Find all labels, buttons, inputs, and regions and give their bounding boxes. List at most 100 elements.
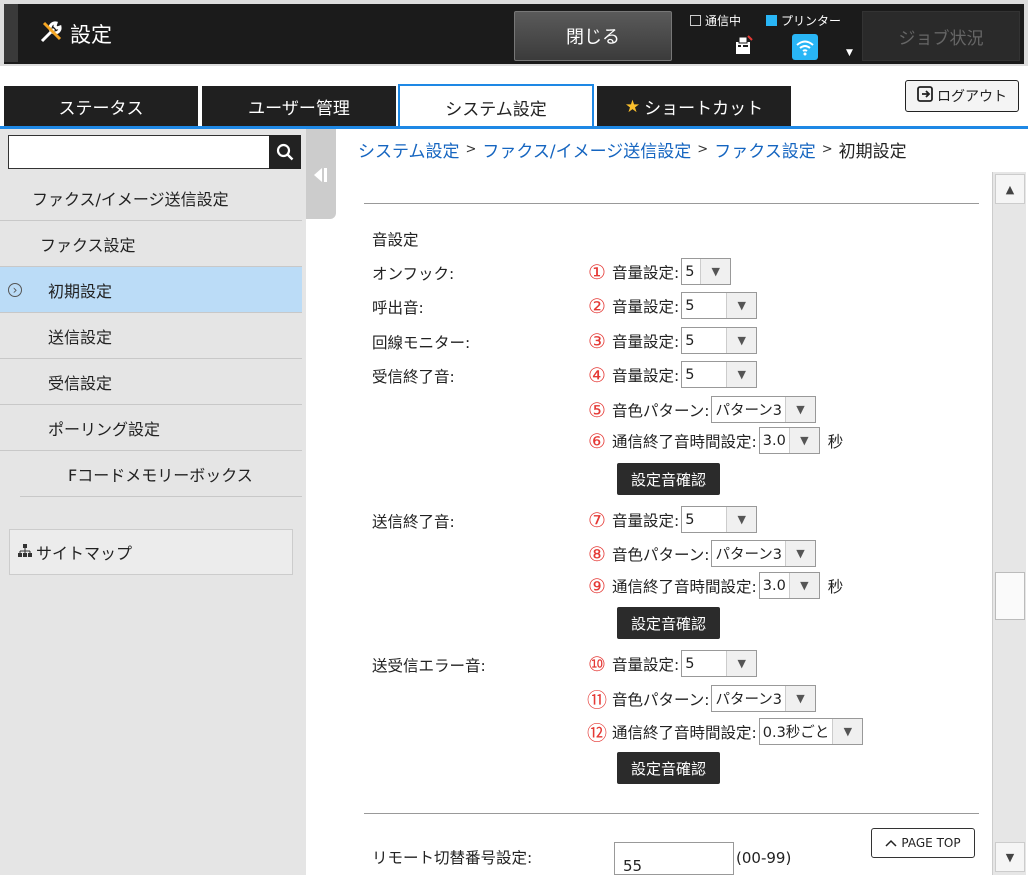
breadcrumb-fax-settings[interactable]: ファクス設定: [714, 137, 816, 162]
dropdown-arrow-icon: ▼: [726, 651, 757, 676]
setting-row: ④ 音量設定: 5 ▼: [586, 361, 758, 388]
tab-status[interactable]: ステータス: [4, 86, 198, 127]
printer-indicator-icon: [766, 15, 777, 26]
sidebar-item-fcode-memory-box[interactable]: Fコードメモリーボックス: [20, 451, 302, 497]
confirm-tone-button[interactable]: 設定音確認: [617, 752, 721, 784]
scroll-down-icon[interactable]: ▼: [995, 842, 1025, 872]
dropdown-arrow-icon: ▼: [726, 293, 757, 318]
confirm-tone-button[interactable]: 設定音確認: [617, 607, 721, 639]
header-left-edge: [4, 4, 18, 62]
tab-user-management[interactable]: ユーザー管理: [202, 86, 396, 127]
breadcrumb-system-settings[interactable]: システム設定: [358, 137, 460, 162]
header: 設定 閉じる 通信中 プリンター ▼ ジョブ状況: [0, 0, 1028, 66]
remote-switch-number-input[interactable]: 55: [614, 842, 734, 875]
scroll-up-icon[interactable]: ▲: [995, 174, 1025, 204]
breadcrumb-current: 初期設定: [838, 142, 907, 162]
dropdown-arrow-icon: ▼: [700, 259, 731, 284]
sidebar-item-polling-settings[interactable]: ポーリング設定: [0, 405, 302, 451]
close-button[interactable]: 閉じる: [514, 11, 672, 61]
sitemap-link[interactable]: サイトマップ: [9, 529, 293, 575]
comm-indicator-icon: [690, 15, 701, 26]
error-tone-interval-select[interactable]: 0.3秒ごと ▼: [758, 718, 864, 745]
label-line-monitor: 回線モニター:: [372, 334, 471, 352]
dropdown-arrow-icon: ▼: [726, 362, 757, 387]
breadcrumb-fax-image-send[interactable]: ファクス/イメージ送信設定: [482, 137, 691, 162]
tab-shortcut[interactable]: ★ ショートカット: [597, 86, 791, 127]
chevron-up-icon: [885, 836, 897, 850]
chevron-right-icon: ›: [8, 282, 22, 297]
main-tabs: ステータス ユーザー管理 システム設定 ★ ショートカット: [0, 84, 1028, 128]
setting-row: ⑧ 音色パターン: パターン3 ▼: [586, 540, 816, 567]
search-icon: [276, 143, 294, 161]
setting-row: ⑩ 音量設定: 5 ▼: [586, 650, 758, 677]
end-tone-time-select[interactable]: 3.0 ▼: [758, 572, 820, 599]
volume-select[interactable]: 5 ▼: [681, 327, 758, 354]
sitemap-icon: [18, 543, 32, 562]
section-title: 音設定: [372, 231, 419, 249]
divider: [364, 203, 979, 204]
dropdown-arrow-icon: ▼: [784, 541, 815, 566]
breadcrumb: システム設定 > ファクス/イメージ送信設定 > ファクス設定 > 初期設定: [358, 137, 907, 162]
search-button[interactable]: [269, 135, 301, 169]
dropdown-arrow-icon: ▼: [726, 328, 757, 353]
wifi-icon[interactable]: [792, 34, 818, 63]
setting-row: ③ 音量設定: 5 ▼: [586, 327, 758, 354]
search-box: [8, 135, 301, 169]
label-tx-end: 送信終了音:: [372, 513, 455, 531]
setting-row: ⑨ 通信終了音時間設定: 3.0 ▼ 秒: [588, 572, 844, 599]
tab-system-settings[interactable]: システム設定: [398, 84, 594, 128]
sidebar: ファクス/イメージ送信設定 ファクス設定 › 初期設定 送信設定 受信設定 ポー…: [0, 129, 306, 875]
app-title: 設定: [38, 16, 112, 52]
page-top-button[interactable]: PAGE TOP: [871, 828, 975, 858]
sidebar-item-receive-settings[interactable]: 受信設定: [0, 359, 302, 405]
setting-row: ⑫ 通信終了音時間設定: 0.3秒ごと ▼: [586, 717, 864, 746]
status-dropdown-icon[interactable]: ▼: [846, 48, 853, 58]
tools-icon: [38, 19, 70, 50]
tone-pattern-select[interactable]: パターン3 ▼: [711, 540, 816, 567]
divider: [364, 813, 979, 814]
scrollbar-thumb[interactable]: [995, 572, 1025, 620]
label-error: 送受信エラー音:: [372, 657, 486, 675]
confirm-tone-button[interactable]: 設定音確認: [617, 463, 721, 495]
sidebar-collapse-toggle[interactable]: [306, 129, 336, 219]
label-onhook: オンフック:: [372, 265, 455, 283]
search-input[interactable]: [9, 136, 264, 166]
app-title-text: 設定: [70, 23, 112, 47]
status-comm: 通信中: [690, 12, 741, 29]
volume-select[interactable]: 5 ▼: [681, 506, 758, 533]
label-ring: 呼出音:: [372, 299, 424, 317]
volume-select[interactable]: 5 ▼: [681, 361, 758, 388]
dropdown-arrow-icon: ▼: [784, 686, 815, 711]
sidebar-item-send-settings[interactable]: 送信設定: [0, 313, 302, 359]
dropdown-arrow-icon: ▼: [726, 507, 757, 532]
remote-range-hint: (00-99): [736, 849, 792, 867]
tone-pattern-select[interactable]: パターン3 ▼: [711, 396, 816, 423]
sidebar-item-fax-image-send[interactable]: ファクス/イメージ送信設定: [0, 175, 302, 221]
end-tone-time-select[interactable]: 3.0 ▼: [758, 427, 820, 454]
dropdown-arrow-icon: ▼: [784, 397, 815, 422]
dropdown-arrow-icon: ▼: [788, 428, 819, 453]
job-status-button[interactable]: ジョブ状況: [862, 11, 1020, 61]
setting-row: ⑥ 通信終了音時間設定: 3.0 ▼ 秒: [588, 427, 844, 454]
label-remote-switch: リモート切替番号設定:: [372, 849, 533, 867]
scrollbar[interactable]: ▲ ▼: [992, 172, 1026, 875]
volume-select[interactable]: 5 ▼: [681, 650, 758, 677]
fax-icon[interactable]: [734, 34, 754, 59]
sidebar-item-initial-settings[interactable]: › 初期設定: [0, 267, 302, 313]
tone-pattern-select[interactable]: パターン3 ▼: [711, 685, 816, 712]
volume-select[interactable]: 5 ▼: [681, 258, 732, 285]
setting-row: ⑤ 音色パターン: パターン3 ▼: [586, 396, 816, 423]
device-status: 通信中 プリンター ▼: [684, 8, 860, 62]
dropdown-arrow-icon: ▼: [788, 573, 819, 598]
label-rx-end: 受信終了音:: [372, 368, 455, 386]
volume-select[interactable]: 5 ▼: [681, 292, 758, 319]
setting-row: ② 音量設定: 5 ▼: [586, 292, 758, 319]
setting-row: ⑪ 音色パターン: パターン3 ▼: [586, 684, 816, 713]
setting-row: ⑦ 音量設定: 5 ▼: [586, 506, 758, 533]
collapse-left-icon: [314, 168, 327, 182]
sidebar-item-fax-settings[interactable]: ファクス設定: [0, 221, 302, 267]
star-icon: ★: [624, 96, 641, 117]
setting-row: ① 音量設定: 5 ▼: [586, 258, 732, 285]
status-printer: プリンター: [766, 12, 841, 29]
settings-content: 音設定 オンフック: 呼出音: 回線モニター: 受信終了音: 送信終了音: 送受…: [336, 172, 992, 875]
